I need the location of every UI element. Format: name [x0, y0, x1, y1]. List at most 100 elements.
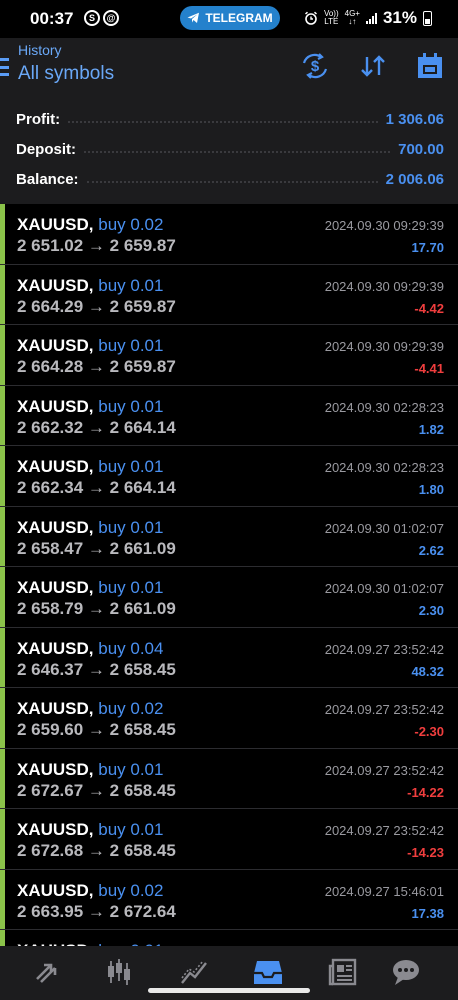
nav-trade[interactable] [24, 954, 68, 990]
price-arrow: → [83, 841, 110, 860]
at-app-icon: @ [103, 10, 119, 26]
open-price: 2 672.68 [17, 841, 84, 860]
trade-side: buy 0.02 [98, 880, 164, 900]
trade-history-list[interactable]: XAUUSD, buy 0.02 2 651.02 → 2 659.87 2024.… [0, 204, 458, 946]
profit-row: Profit: 1 306.06 [16, 107, 444, 131]
trade-prices: 2 672.67 → 2 658.45 [17, 781, 176, 801]
trade-profit: 1.80 [418, 482, 444, 497]
trade-row[interactable]: XAUUSD, buy 0.02 2 663.95 → 2 672.64 2024.… [0, 869, 458, 930]
trade-side: buy 0.01 [98, 759, 164, 779]
symbol-filter[interactable]: All symbols [18, 63, 114, 85]
trade-side: buy 0.01 [98, 396, 164, 416]
trade-row[interactable]: XAUUSD, buy 0.01 2 662.32 → 2 664.14 2024.… [0, 385, 458, 446]
balance-label: Balance: [16, 170, 79, 188]
status-bar: 00:37 S @ TELEGRAM Vo)) LTE 4G+ ↓↑ 31% [0, 0, 458, 38]
menu-icon[interactable] [0, 58, 9, 76]
4g-indicator: 4G+ ↓↑ [344, 9, 360, 26]
trade-row[interactable]: XAUUSD, buy 0.01 2 672.68 → 2 658.45 2024.… [0, 809, 458, 870]
trade-time: 2024.09.30 09:29:39 [324, 339, 444, 354]
nav-chart[interactable] [172, 954, 216, 990]
trade-side: buy 0.02 [98, 699, 164, 718]
volte-indicator: Vo)) LTE [323, 9, 339, 26]
nav-news[interactable] [321, 954, 365, 990]
trade-time: 2024.09.30 02:28:23 [324, 460, 444, 475]
deposit-value: 700.00 [398, 140, 444, 158]
battery-percent: 31% [382, 8, 417, 27]
open-price: 2 658.47 [17, 538, 84, 558]
close-price: 2 661.09 [109, 599, 176, 618]
home-indicator[interactable] [148, 988, 310, 993]
trade-row[interactable]: XAUUSD, buy 0.01 2 662.34 → 2 664.14 2024.… [0, 446, 458, 507]
price-arrow: → [83, 478, 110, 497]
trade-time: 2024.09.30 01:02:07 [324, 581, 444, 596]
trade-row[interactable]: XAUUSD, buy 0.04 2 646.37 → 2 658.45 2024.… [0, 627, 458, 688]
trade-row[interactable]: XAUUSD, buy 0.01 2 658.47 → 2 661.09 2024.… [0, 506, 458, 567]
nav-history[interactable] [246, 954, 290, 990]
currency-button[interactable]: $ [300, 52, 330, 80]
close-price: 2 659.87 [109, 236, 176, 255]
trade-row[interactable]: XAUUSD, buy 0.02 2 651.02 → 2 659.87 2024.… [0, 204, 458, 265]
sort-arrows-icon [361, 55, 385, 77]
trade-symbol: XAUUSD, buy 0.01 [17, 457, 164, 476]
deposit-label: Deposit: [16, 140, 76, 158]
trade-row[interactable]: XAUUSD, buy 0.01 2 664.29 → 2 659.87 2024.… [0, 264, 458, 325]
trade-symbol: XAUUSD, buy 0.02 [17, 215, 164, 234]
close-price: 2 672.64 [109, 901, 176, 921]
line-chart-icon [181, 960, 207, 984]
trade-row[interactable]: XAUUSD, buy 0.02 2 659.60 → 2 658.45 2024.… [0, 688, 458, 749]
trade-row[interactable]: XAUUSD, buy 0.01 2 664.28 → 2 659.87 2024.… [0, 325, 458, 386]
open-price: 2 663.95 [17, 901, 84, 921]
trade-time: 2024.09.27 23:52:42 [324, 823, 444, 838]
trade-symbol: XAUUSD, buy 0.01 [17, 336, 164, 355]
trade-row[interactable]: XAUUSD, buy 0.01 2 672.67 → 2 658.45 2024.… [0, 748, 458, 809]
trade-symbol: XAUUSD, buy 0.01 [17, 396, 164, 416]
price-arrow: → [83, 720, 110, 739]
trade-prices: 2 672.68 → 2 658.45 [17, 841, 176, 861]
open-price: 2 646.37 [17, 659, 84, 679]
trade-prices: 2 658.79 → 2 661.09 [17, 599, 176, 619]
close-price: 2 658.45 [109, 720, 176, 739]
close-price: 2 664.14 [109, 478, 176, 497]
trade-side: buy 0.01 [98, 517, 164, 537]
candlestick-chart-icon [108, 959, 130, 985]
chat-icon [393, 960, 419, 985]
balance-value: 2 006.06 [385, 170, 444, 188]
trade-symbol: XAUUSD, buy 0.01 [17, 820, 164, 839]
trade-prices: 2 664.29 → 2 659.87 [17, 297, 176, 317]
trade-prices: 2 662.32 → 2 664.14 [17, 418, 176, 438]
trade-prices: 2 659.60 → 2 658.45 [17, 720, 176, 740]
trade-row[interactable]: XAUUSD, buy 0.01 2 658.79 → 2 661.09 2024.… [0, 567, 458, 628]
trade-symbol: XAUUSD, buy 0.01 [17, 759, 164, 779]
trade-row[interactable]: XAUUSD, buy 0.012024.09.27 15:46:01 [0, 930, 458, 946]
nav-chat[interactable] [384, 954, 428, 990]
open-price: 2 664.29 [17, 296, 84, 316]
nav-quotes[interactable] [97, 954, 141, 990]
telegram-pill[interactable]: TELEGRAM [180, 6, 280, 30]
profit-value: 1 306.06 [385, 110, 444, 128]
trade-symbol: XAUUSD, buy 0.01 [17, 517, 164, 537]
dotted-leader [86, 181, 378, 183]
account-summary: Profit: 1 306.06 Deposit: 700.00 Balance… [0, 98, 458, 204]
dotted-leader [68, 121, 378, 123]
open-price: 2 659.60 [17, 720, 84, 739]
price-arrow: → [83, 357, 110, 376]
trade-profit: 17.70 [411, 240, 444, 255]
status-time: 00:37 [30, 9, 74, 28]
trade-prices: 2 646.37 → 2 658.45 [17, 660, 176, 680]
close-price: 2 658.45 [109, 780, 176, 800]
trade-arrows-icon [36, 963, 57, 983]
trade-time: 2024.09.30 01:02:07 [324, 520, 444, 536]
price-arrow: → [83, 901, 110, 921]
calendar-button[interactable] [415, 52, 445, 80]
open-price: 2 672.67 [17, 780, 84, 800]
sort-button[interactable] [358, 52, 388, 80]
close-price: 2 659.87 [109, 296, 176, 316]
status-right: Vo)) LTE 4G+ ↓↑ 31% [304, 8, 432, 28]
history-inbox-icon [254, 961, 282, 984]
trade-symbol: XAUUSD, buy 0.02 [17, 880, 164, 900]
trade-profit: 2.30 [418, 603, 444, 618]
close-price: 2 658.45 [109, 659, 176, 679]
svg-text:$: $ [311, 58, 320, 75]
trade-symbol: XAUUSD, buy 0.02 [17, 699, 164, 718]
open-price: 2 658.79 [17, 599, 84, 618]
